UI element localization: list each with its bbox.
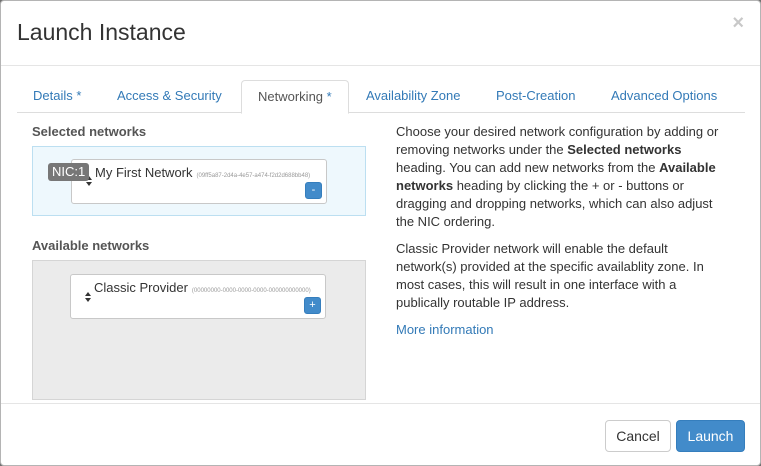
tab-post-creation[interactable]: Post-Creation [480, 80, 591, 113]
help-paragraph-1: Choose your desired network configuratio… [396, 124, 719, 229]
network-id: (09ff5a87-2d4a-4e57-a474-f2d2d688bb48) [196, 173, 311, 179]
tab-details[interactable]: Details * [17, 80, 97, 113]
modal-footer: Cancel Launch [1, 403, 760, 465]
close-icon[interactable]: × [732, 13, 744, 33]
tab-bar: Details * Access & Security Networking *… [17, 80, 745, 114]
network-name: My First Network [95, 165, 193, 180]
tab-advanced-options[interactable]: Advanced Options [595, 80, 733, 113]
tab-access-security[interactable]: Access & Security [101, 80, 238, 113]
nic-badge: NIC:1 [48, 163, 90, 181]
tab-availability-zone[interactable]: Availability Zone [350, 80, 476, 113]
available-network-item[interactable]: Classic Provider (00000000-0000-0000-0000… [70, 274, 326, 319]
selected-network-item[interactable]: My First Network (09ff5a87-2d4a-4e57-a474… [71, 159, 327, 204]
modal-header: Launch Instance × [1, 1, 760, 66]
cancel-button[interactable]: Cancel [605, 420, 671, 452]
remove-network-button[interactable]: - [305, 182, 322, 199]
launch-button[interactable]: Launch [676, 420, 745, 452]
tab-networking[interactable]: Networking * [241, 80, 349, 114]
help-panel: Choose your desired network configuratio… [396, 123, 726, 348]
available-networks-heading: Available networks [32, 238, 150, 253]
network-name: Classic Provider [94, 280, 188, 295]
drag-handle-icon[interactable] [83, 290, 93, 304]
help-paragraph-2: Classic Provider network will enable the… [396, 241, 704, 310]
launch-instance-modal: Launch Instance × Details * Access & Sec… [0, 0, 761, 466]
selected-networks-heading: Selected networks [32, 124, 147, 139]
add-network-button[interactable]: + [304, 297, 321, 314]
modal-title: Launch Instance [17, 19, 186, 45]
more-information-link[interactable]: More information [396, 322, 494, 337]
network-id: (00000000-0000-0000-0000-000000000000) [191, 288, 311, 294]
